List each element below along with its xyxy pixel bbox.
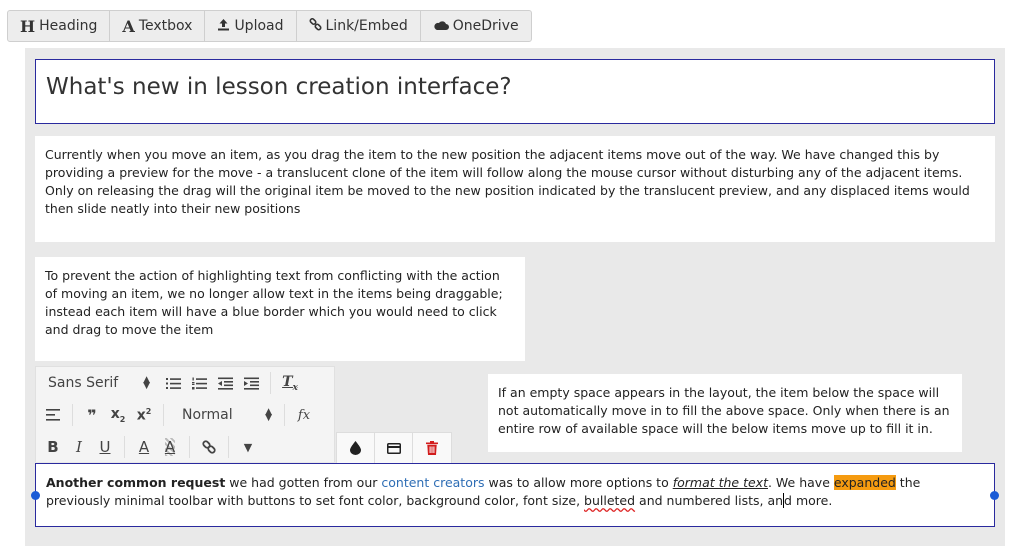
- paragraph-item-1[interactable]: Currently when you move an item, as you …: [35, 136, 995, 242]
- paragraph-item-3[interactable]: If an empty space appears in the layout,…: [488, 374, 962, 452]
- cloud-icon: [433, 17, 449, 35]
- outdent-button[interactable]: [212, 371, 238, 395]
- italic-icon: I: [76, 438, 82, 456]
- font-color-button[interactable]: A: [131, 435, 157, 459]
- textbox-icon: A: [122, 16, 135, 36]
- clear-format-button[interactable]: Tx: [277, 371, 303, 395]
- italic-button[interactable]: I: [66, 435, 92, 459]
- bold-icon: B: [47, 438, 59, 456]
- quote-icon: ❞: [87, 405, 97, 425]
- paragraph-item-2[interactable]: To prevent the action of highlighting te…: [35, 257, 525, 361]
- plain-text: we had gotten from our: [225, 475, 382, 490]
- link-button[interactable]: [196, 435, 222, 459]
- plain-text: was to allow more options to: [484, 475, 673, 490]
- paragraph-1-text: Currently when you move an item, as you …: [45, 147, 970, 216]
- delete-item-button[interactable]: [413, 433, 451, 463]
- plain-text: . We have: [767, 475, 834, 490]
- toolbar-separator: [270, 372, 271, 394]
- underline-icon: U: [99, 438, 111, 456]
- background-color-icon: A: [164, 438, 176, 456]
- paragraph-2-text: To prevent the action of highlighting te…: [45, 268, 503, 337]
- card-style-button[interactable]: [375, 433, 413, 463]
- superscript-icon: x2: [136, 406, 152, 424]
- link-icon: [308, 17, 322, 35]
- toolbar-separator: [124, 436, 125, 458]
- bold-button[interactable]: B: [40, 435, 66, 459]
- select-arrows-icon: ▲ ▼: [265, 407, 272, 423]
- heading-button[interactable]: H Heading: [8, 11, 111, 41]
- item-action-bar: [336, 432, 452, 463]
- toolbar-separator: [284, 404, 285, 426]
- indent-icon: [243, 377, 259, 390]
- color-drop-button[interactable]: [337, 433, 375, 463]
- lesson-canvas: What's new in lesson creation interface?…: [25, 48, 1005, 546]
- textbox-button[interactable]: A Textbox: [110, 11, 206, 41]
- bullet-list-button[interactable]: [160, 371, 186, 395]
- clear-format-icon: Tx: [282, 373, 298, 393]
- indent-button[interactable]: [238, 371, 264, 395]
- heading-size-select[interactable]: Normal ▲ ▼: [170, 403, 278, 427]
- upload-icon: [217, 17, 230, 35]
- onedrive-label: OneDrive: [452, 18, 519, 34]
- card-icon: [386, 442, 401, 454]
- background-color-button[interactable]: A: [157, 435, 183, 459]
- align-left-icon: [46, 409, 60, 421]
- formula-button[interactable]: fx: [291, 403, 317, 427]
- insert-toolbar: H Heading A Textbox Upload Link/Embed On…: [7, 10, 532, 42]
- font-family-value: Sans Serif: [48, 375, 119, 391]
- textbox-label: Textbox: [138, 18, 193, 34]
- font-color-icon: A: [138, 438, 150, 456]
- font-family-select[interactable]: Sans Serif ▲ ▼: [36, 371, 156, 395]
- link-embed-button[interactable]: Link/Embed: [297, 11, 421, 41]
- format-row-2: ❞ x2 x2 Normal ▲ ▼ fx: [36, 399, 317, 431]
- formula-icon: fx: [297, 407, 311, 423]
- italic-underlined-text: format the text: [672, 475, 768, 490]
- text-format-toolbar: Sans Serif ▲ ▼ Tx ❞ x2 x2 Normal ▲ ▼ fx …: [35, 366, 335, 462]
- lesson-title-item[interactable]: What's new in lesson creation interface?: [35, 59, 995, 124]
- subscript-icon: x2: [110, 406, 126, 424]
- toolbar-separator: [189, 436, 190, 458]
- outdent-icon: [217, 377, 233, 390]
- upload-label: Upload: [234, 18, 284, 34]
- caret-down-icon: ▼: [243, 440, 253, 454]
- underline-button[interactable]: U: [92, 435, 118, 459]
- resize-handle-left[interactable]: [31, 491, 40, 500]
- plain-text: and numbered lists, an: [635, 493, 784, 508]
- toolbar-separator: [228, 436, 229, 458]
- content-creators-link[interactable]: content creators: [381, 475, 484, 490]
- blockquote-button[interactable]: ❞: [79, 403, 105, 427]
- paragraph-3-text: If an empty space appears in the layout,…: [498, 385, 950, 436]
- more-dropdown-button[interactable]: ▼: [235, 435, 261, 459]
- format-row-3: B I U A A ▼: [36, 431, 261, 463]
- numbered-list-icon: [191, 377, 207, 389]
- subscript-button[interactable]: x2: [105, 403, 131, 427]
- toolbar-separator: [72, 404, 73, 426]
- format-row-1: Sans Serif ▲ ▼ Tx: [36, 367, 303, 399]
- heading-icon: H: [20, 16, 36, 36]
- onedrive-button[interactable]: OneDrive: [421, 11, 531, 41]
- droplet-icon: [350, 441, 361, 455]
- toolbar-separator: [163, 404, 164, 426]
- heading-size-value: Normal: [182, 407, 233, 423]
- numbered-list-button[interactable]: [186, 371, 212, 395]
- misspelled-word: bulleted: [584, 493, 636, 508]
- align-button[interactable]: [40, 403, 66, 427]
- highlighted-text: expanded: [833, 475, 896, 490]
- rich-text-editor[interactable]: Another common request we had gotten fro…: [46, 474, 984, 510]
- lesson-title: What's new in lesson creation interface?: [46, 74, 512, 100]
- plain-text: d more.: [784, 493, 833, 508]
- upload-button[interactable]: Upload: [205, 11, 297, 41]
- select-arrows-icon: ▲ ▼: [143, 375, 150, 391]
- trash-icon: [426, 441, 438, 455]
- resize-handle-right[interactable]: [990, 491, 999, 500]
- bold-text: Another common request: [46, 475, 226, 490]
- paragraph-item-4-editing[interactable]: Another common request we had gotten fro…: [31, 463, 999, 527]
- bullet-list-icon: [165, 377, 181, 389]
- link-embed-label: Link/Embed: [325, 18, 408, 34]
- link-icon: [202, 440, 216, 454]
- superscript-button[interactable]: x2: [131, 403, 157, 427]
- heading-label: Heading: [39, 18, 98, 34]
